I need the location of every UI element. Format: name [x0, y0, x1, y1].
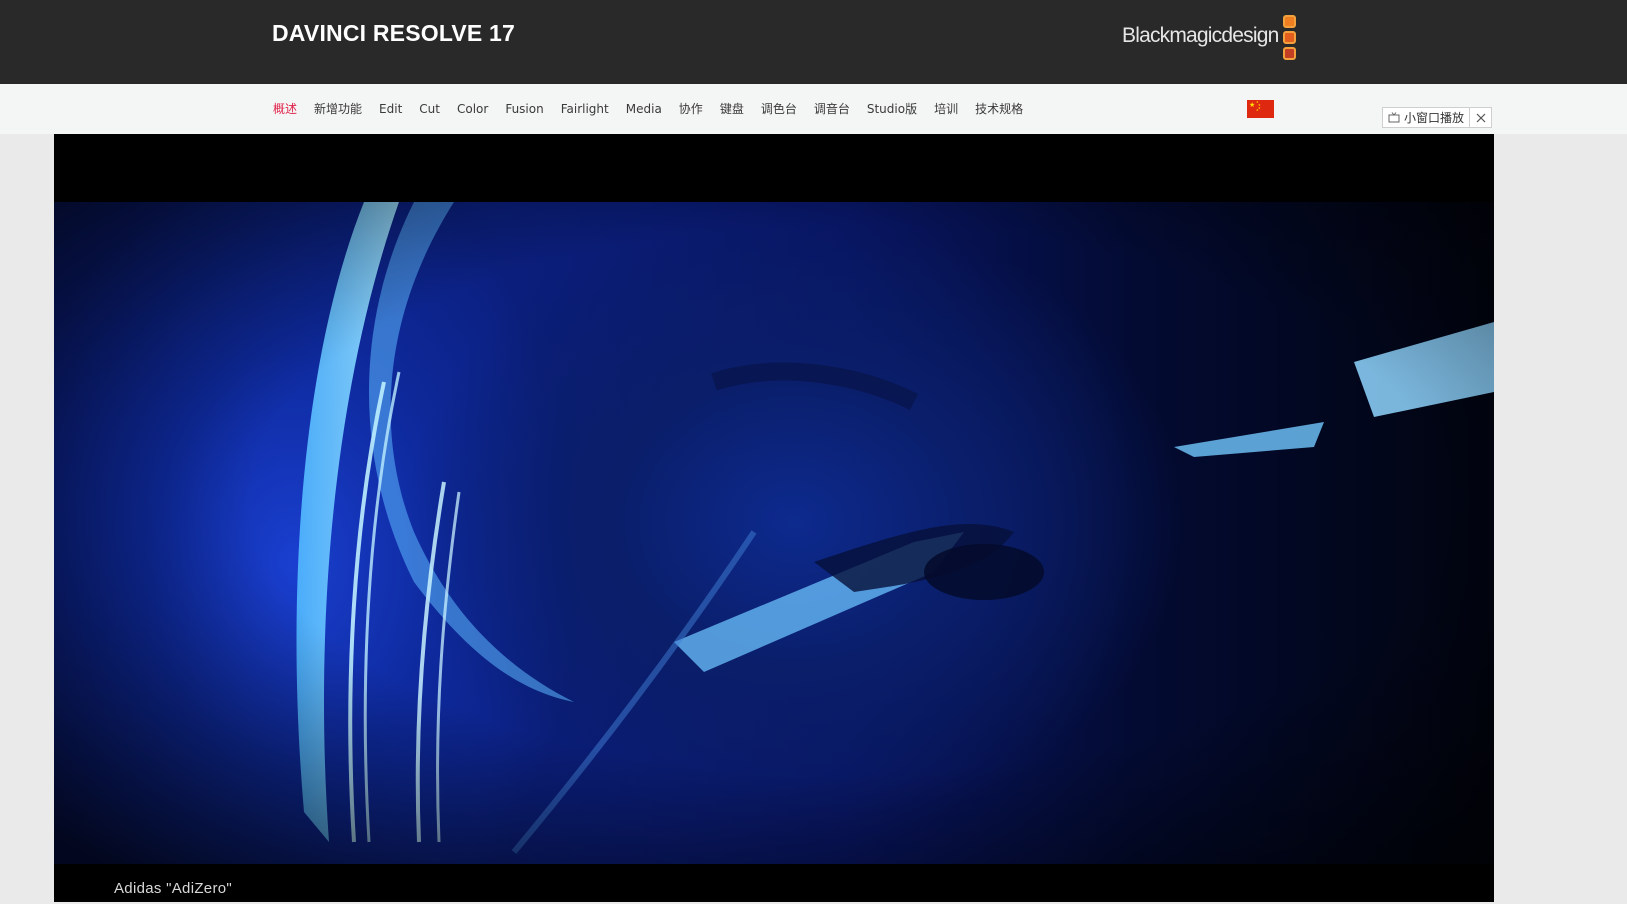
brand-square — [1283, 30, 1297, 44]
brand-logo[interactable]: Blackmagicdesign — [1122, 10, 1297, 64]
mini-player-close-button[interactable] — [1470, 108, 1491, 127]
mini-player-toggle: 小窗口播放 — [1382, 107, 1493, 128]
nav-item-keyboard[interactable]: 键盘 — [720, 100, 744, 117]
nav-item-whats-new[interactable]: 新增功能 — [314, 100, 362, 117]
tv-icon — [1388, 112, 1400, 123]
flag-star: ★ — [1249, 102, 1256, 109]
mini-player-button[interactable]: 小窗口播放 — [1383, 108, 1471, 127]
top-header: DAVINCI RESOLVE 17 Blackmagicdesign — [0, 0, 1627, 84]
nav-item-mixer[interactable]: 调音台 — [814, 100, 850, 117]
nav-item-studio[interactable]: Studio版 — [867, 100, 917, 117]
brand-name: Blackmagicdesign — [1122, 23, 1279, 47]
brand-squares-icon — [1283, 14, 1297, 60]
nav-item-overview[interactable]: 概述 — [273, 100, 297, 117]
nav-item-collaboration[interactable]: 协作 — [679, 100, 703, 117]
hero-video[interactable]: Adidas "AdiZero" — [54, 134, 1494, 902]
product-title[interactable]: DAVINCI RESOLVE 17 — [272, 20, 515, 47]
china-flag-icon[interactable]: ★ ★ ★ ★ ★ — [1247, 100, 1274, 118]
nav-item-fusion[interactable]: Fusion — [505, 102, 543, 116]
nav-item-tech-specs[interactable]: 技术规格 — [975, 100, 1023, 117]
nav-item-cut[interactable]: Cut — [419, 102, 440, 116]
nav-items: 概述 新增功能 Edit Cut Color Fusion Fairlight … — [273, 100, 1040, 117]
video-caption: Adidas "AdiZero" — [114, 880, 233, 897]
nav-item-training[interactable]: 培训 — [934, 100, 958, 117]
video-artwork — [54, 202, 1494, 864]
brand-square — [1283, 46, 1297, 60]
flag-star: ★ — [1256, 108, 1259, 112]
nav-item-fairlight[interactable]: Fairlight — [561, 102, 609, 116]
nav-item-color[interactable]: Color — [457, 102, 488, 116]
video-frame-image — [54, 202, 1494, 864]
nav-item-color-panel[interactable]: 调色台 — [761, 100, 797, 117]
nav-item-media[interactable]: Media — [626, 102, 662, 116]
mini-player-label: 小窗口播放 — [1404, 111, 1465, 125]
nav-item-edit[interactable]: Edit — [379, 102, 402, 116]
brand-square — [1283, 14, 1297, 28]
close-icon — [1476, 113, 1485, 122]
